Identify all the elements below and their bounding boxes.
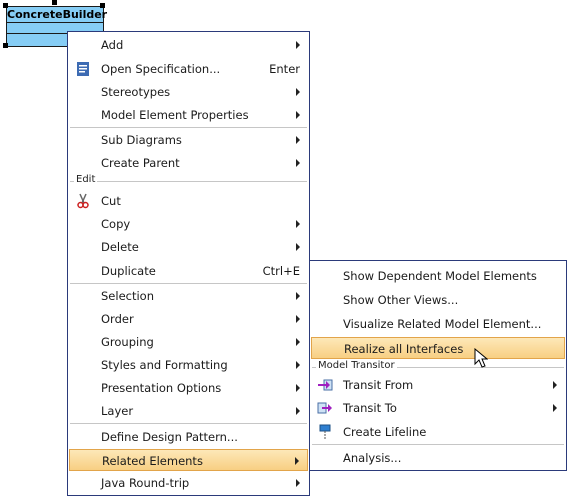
- menu-item-label: Visualize Related Model Element...: [343, 317, 542, 331]
- submenu-arrow-icon: [296, 407, 300, 415]
- submenu-arrow-icon: [296, 361, 300, 369]
- submenu-arrow-icon: [296, 220, 300, 228]
- selection-handle[interactable]: [52, 0, 57, 5]
- menu-item-transit-to[interactable]: Transit To: [311, 397, 565, 419]
- menu-separator: [312, 444, 564, 446]
- menu-item-label: Show Other Views...: [343, 293, 459, 307]
- menu-item-open-specification[interactable]: Open Specification... Enter: [69, 58, 308, 80]
- related-elements-submenu: Show Dependent Model Elements Show Other…: [309, 260, 567, 471]
- submenu-arrow-icon: [295, 457, 299, 465]
- menu-item-label: Selection: [101, 289, 154, 303]
- menu-item-sub-diagrams[interactable]: Sub Diagrams: [69, 129, 308, 151]
- menu-item-model-element-properties[interactable]: Model Element Properties: [69, 104, 308, 126]
- shortcut-label: Ctrl+E: [262, 264, 300, 278]
- menu-item-label: Create Parent: [101, 156, 180, 170]
- menu-item-label: Order: [101, 312, 134, 326]
- mouse-cursor-icon: [474, 348, 488, 368]
- selection-handle[interactable]: [100, 3, 105, 8]
- menu-item-label: Layer: [101, 404, 134, 418]
- submenu-arrow-icon: [296, 479, 300, 487]
- selection-handle[interactable]: [3, 3, 8, 8]
- menu-item-presentation-options[interactable]: Presentation Options: [69, 377, 308, 399]
- menu-item-grouping[interactable]: Grouping: [69, 331, 308, 353]
- submenu-arrow-icon: [296, 136, 300, 144]
- scissors-icon: [75, 193, 91, 209]
- menu-item-copy[interactable]: Copy: [69, 213, 308, 235]
- submenu-arrow-icon: [553, 381, 557, 389]
- menu-item-visualize-related[interactable]: Visualize Related Model Element...: [311, 313, 565, 335]
- menu-item-label: Add: [101, 38, 124, 52]
- open-spec-icon: [75, 61, 91, 77]
- menu-item-show-dependent[interactable]: Show Dependent Model Elements: [311, 265, 565, 287]
- menu-item-label: Show Dependent Model Elements: [343, 269, 537, 283]
- menu-item-stereotypes[interactable]: Stereotypes: [69, 81, 308, 103]
- selection-handle[interactable]: [3, 43, 8, 48]
- menu-item-label: Sub Diagrams: [101, 133, 182, 147]
- menu-item-java-round-trip[interactable]: Java Round-trip: [69, 472, 308, 494]
- menu-item-label: Duplicate: [101, 264, 156, 278]
- menu-item-label: Related Elements: [102, 454, 203, 468]
- menu-item-transit-from[interactable]: Transit From: [311, 374, 565, 396]
- menu-item-label: Transit From: [343, 378, 414, 392]
- submenu-arrow-icon: [296, 41, 300, 49]
- submenu-arrow-icon: [296, 243, 300, 251]
- menu-item-label: Analysis...: [343, 451, 402, 465]
- menu-item-realize-all-interfaces[interactable]: Realize all Interfaces: [311, 337, 565, 359]
- menu-item-order[interactable]: Order: [69, 308, 308, 330]
- menu-group-edit: Edit: [70, 174, 307, 187]
- menu-item-label: Define Design Pattern...: [101, 430, 238, 444]
- menu-item-label: Cut: [101, 194, 121, 208]
- menu-item-label: Styles and Formatting: [101, 358, 228, 372]
- menu-item-label: Presentation Options: [101, 381, 222, 395]
- group-label: Edit: [74, 174, 98, 185]
- menu-group-model-transitor: Model Transitor: [312, 360, 564, 373]
- submenu-arrow-icon: [553, 404, 557, 412]
- menu-item-add[interactable]: Add: [69, 34, 308, 56]
- menu-item-label: Create Lifeline: [343, 425, 427, 439]
- menu-item-label: Copy: [101, 217, 131, 231]
- menu-item-label: Model Element Properties: [101, 108, 249, 122]
- class-name: ConcreteBuilder: [7, 8, 108, 23]
- menu-item-label: Stereotypes: [101, 85, 171, 99]
- context-menu: Add Open Specification... Enter Stereoty…: [67, 31, 310, 496]
- menu-item-duplicate[interactable]: Duplicate Ctrl+E: [69, 260, 308, 282]
- menu-item-selection[interactable]: Selection: [69, 285, 308, 307]
- menu-item-label: Java Round-trip: [101, 476, 190, 490]
- submenu-arrow-icon: [296, 384, 300, 392]
- menu-item-label: Realize all Interfaces: [344, 342, 464, 356]
- submenu-arrow-icon: [296, 315, 300, 323]
- transit-from-icon: [317, 377, 333, 393]
- lifeline-icon: [317, 424, 333, 440]
- shortcut-label: Enter: [269, 62, 300, 76]
- submenu-arrow-icon: [296, 159, 300, 167]
- menu-item-cut[interactable]: Cut: [69, 190, 308, 212]
- menu-item-show-other-views[interactable]: Show Other Views...: [311, 289, 565, 311]
- submenu-arrow-icon: [296, 292, 300, 300]
- menu-item-define-design-pattern[interactable]: Define Design Pattern...: [69, 426, 308, 448]
- submenu-arrow-icon: [296, 338, 300, 346]
- transit-to-icon: [317, 400, 333, 416]
- menu-item-create-parent[interactable]: Create Parent: [69, 152, 308, 174]
- menu-item-styles-and-formatting[interactable]: Styles and Formatting: [69, 354, 308, 376]
- menu-item-label: Delete: [101, 240, 139, 254]
- menu-item-delete[interactable]: Delete: [69, 236, 308, 258]
- menu-item-label: Open Specification...: [101, 62, 221, 76]
- group-label: Model Transitor: [316, 360, 397, 371]
- submenu-arrow-icon: [296, 88, 300, 96]
- menu-item-layer[interactable]: Layer: [69, 400, 308, 422]
- submenu-arrow-icon: [296, 111, 300, 119]
- menu-item-label: Transit To: [343, 401, 397, 415]
- menu-item-related-elements[interactable]: Related Elements: [69, 449, 308, 471]
- menu-item-label: Grouping: [101, 335, 154, 349]
- menu-item-create-lifeline[interactable]: Create Lifeline: [311, 421, 565, 443]
- menu-separator: [70, 423, 307, 425]
- menu-item-analysis[interactable]: Analysis...: [311, 447, 565, 469]
